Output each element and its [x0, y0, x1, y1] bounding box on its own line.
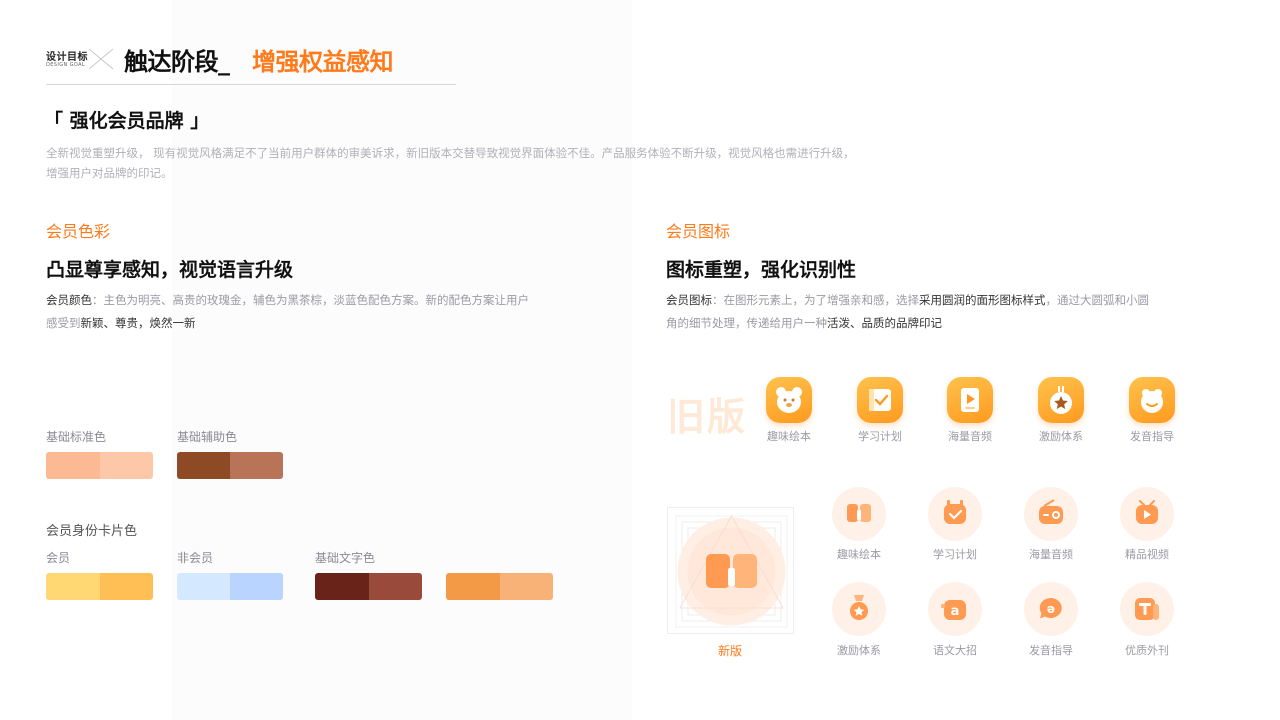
study-plan-icon: [857, 377, 903, 423]
new-icon-caption: 精品视频: [1125, 548, 1169, 561]
letter-a-icon: a: [928, 582, 982, 636]
nonmember-card-swatch: [177, 573, 283, 600]
aux-color-swatch: [177, 452, 283, 479]
aux-color-label: 基础辅助色: [177, 430, 238, 444]
new-icon-caption: 学习计划: [933, 548, 977, 561]
icon-grid-showcase: [667, 507, 794, 634]
design-goal-label: 设计目标: [46, 52, 88, 63]
new-icon-caption: 语文大招: [933, 644, 977, 657]
cross-icon: [88, 48, 114, 70]
new-icon-caption: 海量音频: [1029, 548, 1073, 561]
bear-icon: [766, 377, 812, 423]
color-desc-highlight: 新颖、尊贵，焕然一新: [80, 316, 196, 330]
reward-star-icon: [1038, 377, 1084, 423]
radio-icon: [1024, 487, 1078, 541]
icon-desc-e: 角的细节处理，传递给用户一种: [666, 316, 827, 330]
audio-play-icon: [947, 377, 993, 423]
color-desc-rest-2a: 感受到: [46, 316, 81, 330]
voice-guide-icon: [1129, 377, 1175, 423]
member-card-swatch: [46, 573, 153, 600]
header-divider: [46, 84, 456, 85]
old-icon-caption: 海量音频: [948, 430, 992, 443]
old-icon-caption: 趣味绘本: [767, 430, 811, 443]
old-icon-caption: 学习计划: [858, 430, 902, 443]
color-desc-prefix: 会员颜色: [46, 293, 92, 307]
background-panel: [172, 0, 632, 720]
new-version-label: 新版: [717, 644, 742, 658]
nonmember-label: 非会员: [177, 551, 214, 565]
swatch-cell: [315, 573, 369, 600]
swatch-cell: [230, 452, 283, 479]
base-color-label: 基础标准色: [46, 430, 107, 444]
brand-intro-line-1: 全新视觉重塑升级， 现有视觉风格满足不了当前用户群体的审美诉求，新旧版本交替导致…: [46, 146, 855, 160]
old-version-label: 旧版: [667, 395, 748, 439]
color-desc-rest-1: ：主色为明亮、高贵的玫瑰金，辅色为黑茶棕，淡蓝色配色方案。新的配色方案让用户: [92, 293, 529, 307]
brand-section-title: 「 强化会员品牌 」: [44, 110, 210, 132]
medal-icon: [832, 582, 886, 636]
color-section-label: 会员色彩: [46, 222, 111, 241]
icon-section-desc: 会员图标：在图形元素上，为了增强亲和感，选择采用圆润的面形图标样式，通过大圆弧和…: [666, 289, 1186, 335]
icon-desc-f: 活泼、品质的品牌印记: [827, 316, 942, 330]
brand-intro: 全新视觉重塑升级， 现有视觉风格满足不了当前用户群体的审美诉求，新旧版本交替导致…: [46, 143, 906, 183]
swatch-cell: [46, 573, 100, 600]
text-color-swatch: [315, 573, 422, 600]
text-t-icon: [1120, 582, 1174, 636]
book-icon: [832, 487, 886, 541]
swatch-cell: [177, 452, 230, 479]
svg-text:a: a: [951, 604, 960, 619]
swatch-cell: [368, 573, 422, 600]
swatch-cell: [230, 573, 283, 600]
new-icon-caption: 激励体系: [837, 644, 881, 657]
old-icon-caption: 激励体系: [1039, 430, 1083, 443]
svg-text:ə: ə: [1047, 602, 1055, 616]
icon-desc-prefix: 会员图标: [666, 293, 712, 307]
swatch-cell: [46, 452, 100, 479]
swatch-cell: [446, 573, 500, 600]
swatch-cell: [177, 573, 230, 600]
new-icon-caption: 优质外刊: [1125, 644, 1169, 657]
color-section-desc: 会员颜色：主色为明亮、高贵的玫瑰金，辅色为黑茶棕，淡蓝色配色方案。新的配色方案让…: [46, 289, 566, 335]
swatch-cell: [99, 573, 153, 600]
new-icon-caption: 发音指导: [1029, 644, 1073, 657]
brand-intro-line-2: 增强用户对品牌的印记。: [46, 166, 173, 180]
page-title-stage: 触达阶段_: [124, 48, 230, 76]
design-goal-english: DESIGN GOAL: [46, 62, 86, 68]
text-color-label: 基础文字色: [315, 551, 376, 565]
icon-desc-b: ：在图形元素上，为了增强亲和感，选择: [712, 293, 919, 307]
card-color-label: 会员身份卡片色: [46, 524, 138, 539]
video-play-icon: [1120, 487, 1174, 541]
icon-desc-c: 采用圆润的面形图标样式: [919, 293, 1046, 307]
icon-section-label: 会员图标: [666, 222, 731, 241]
new-icon-caption: 趣味绘本: [837, 548, 881, 561]
icon-desc-d: ，通过大圆弧和小圆: [1045, 293, 1150, 307]
icon-section-heading: 图标重塑，强化识别性: [666, 259, 857, 281]
swatch-cell: [99, 452, 153, 479]
base-color-swatch: [46, 452, 153, 479]
calendar-check-icon: [928, 487, 982, 541]
page-title-highlight: 增强权益感知: [252, 48, 394, 76]
member-label: 会员: [46, 551, 71, 565]
color-section-heading: 凸显尊享感知，视觉语言升级: [46, 259, 294, 281]
swatch-cell: [499, 573, 553, 600]
old-icon-caption: 发音指导: [1130, 430, 1174, 443]
extra-color-swatch: [446, 573, 553, 600]
speech-bubble-icon: ə: [1024, 582, 1078, 636]
